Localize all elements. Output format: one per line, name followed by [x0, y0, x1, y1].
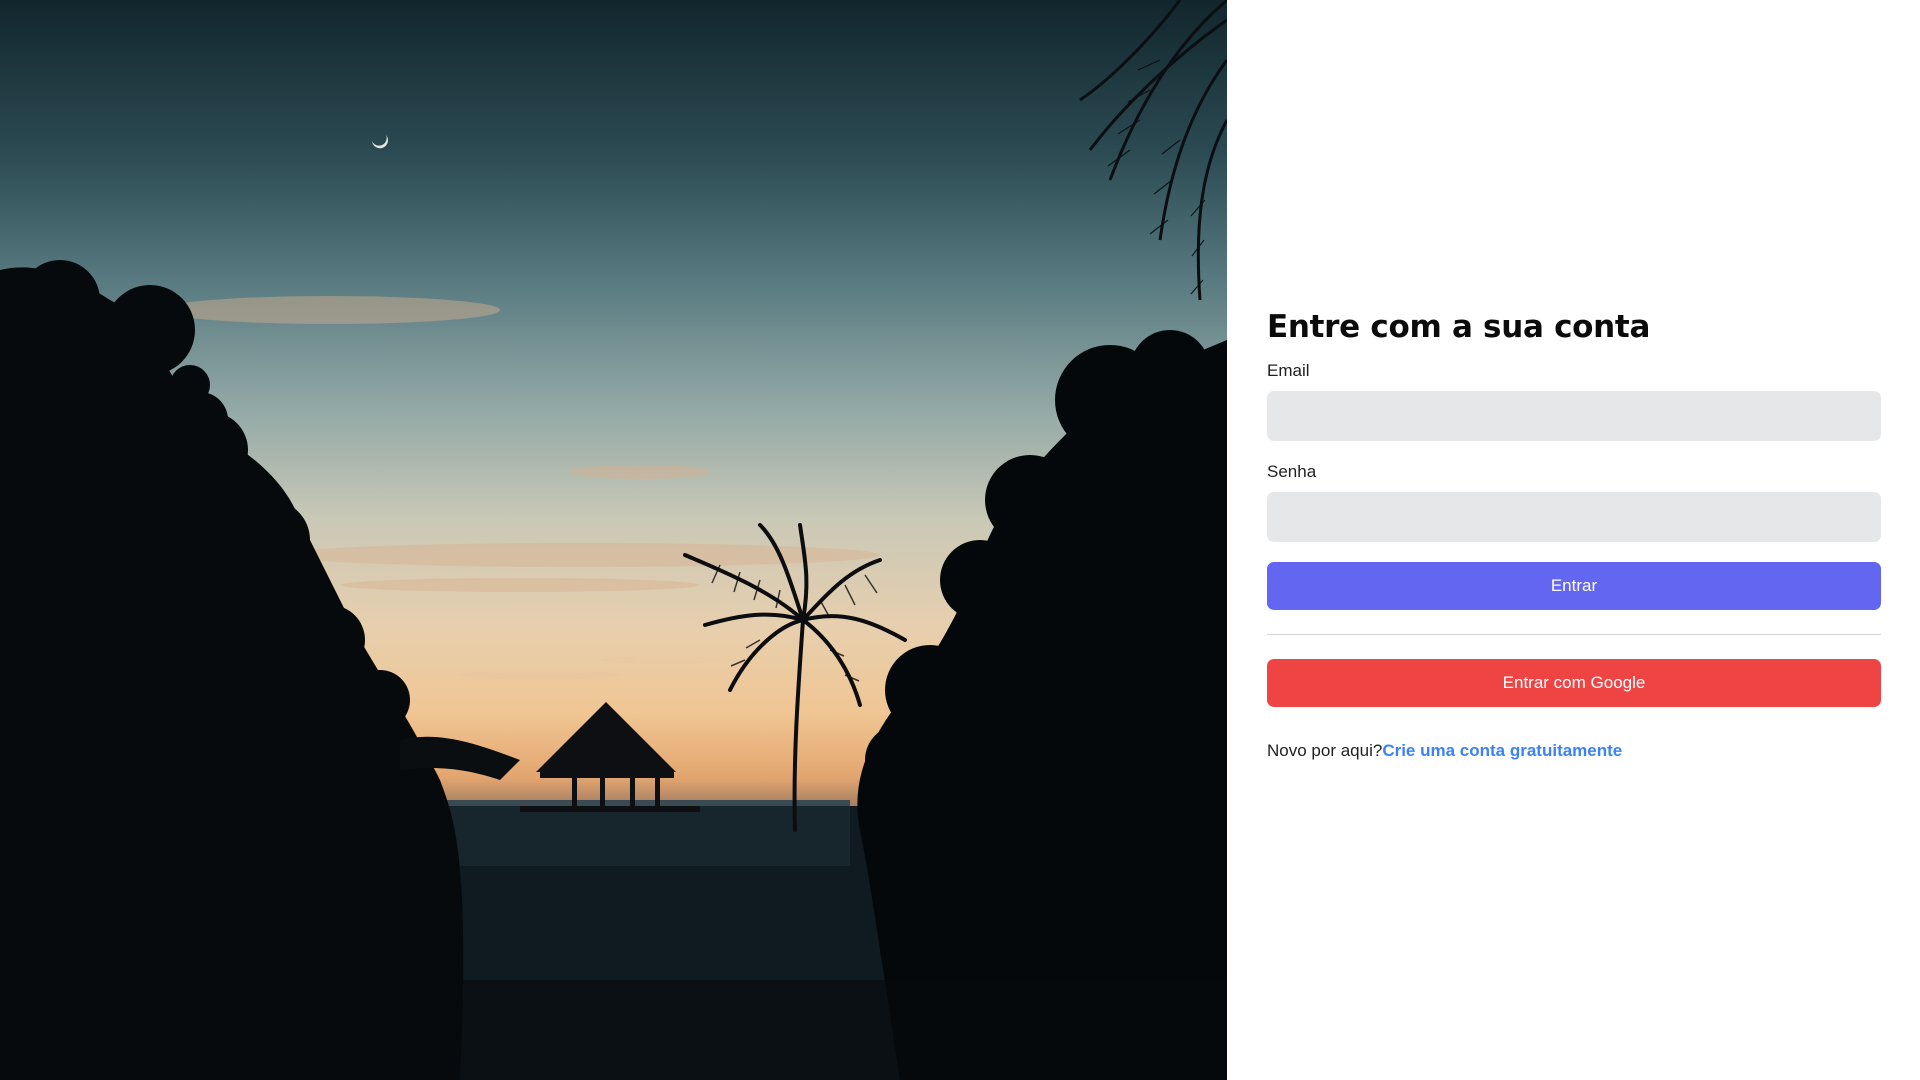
right-foliage	[857, 330, 1227, 1080]
left-foliage	[0, 260, 464, 1080]
login-panel: Entre com a sua conta Email Senha Entrar…	[1227, 0, 1920, 1080]
palm-fronds-top-right	[1079, 0, 1227, 301]
login-form: Entre com a sua conta Email Senha Entrar…	[1267, 306, 1881, 762]
password-field[interactable]	[1267, 492, 1881, 542]
sunset-beach-scene	[0, 0, 1227, 1080]
email-label: Email	[1267, 361, 1310, 380]
password-label: Senha	[1267, 462, 1317, 481]
signup-link[interactable]: Crie uma conta gratuitamente	[1382, 741, 1622, 760]
moon-icon	[372, 135, 388, 149]
email-field[interactable]	[1267, 391, 1881, 441]
hero-image	[0, 0, 1227, 1080]
signup-prompt-text: Novo por aqui?	[1267, 741, 1383, 760]
login-page: Entre com a sua conta Email Senha Entrar…	[0, 0, 1920, 1080]
submit-button[interactable]: Entrar	[1267, 562, 1881, 610]
hut-silhouette	[520, 702, 700, 812]
divider	[1267, 634, 1881, 635]
page-title: Entre com a sua conta	[1267, 309, 1651, 345]
google-login-button[interactable]: Entrar com Google	[1267, 659, 1881, 707]
signup-prompt: Novo por aqui?Crie uma conta gratuitamen…	[1267, 740, 1881, 762]
